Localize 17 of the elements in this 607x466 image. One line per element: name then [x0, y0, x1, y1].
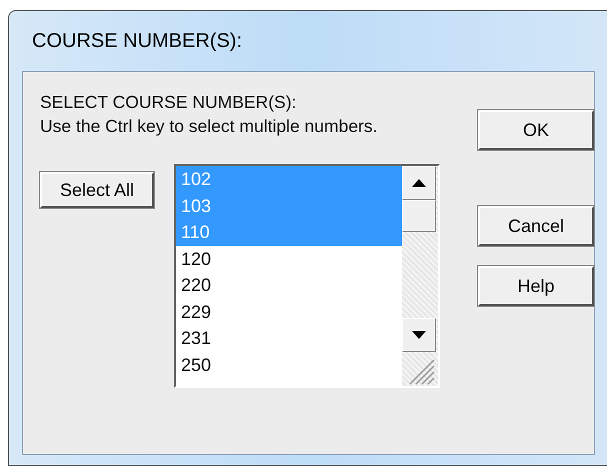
- select-all-button[interactable]: Select All: [40, 172, 154, 208]
- ok-button[interactable]: OK: [478, 110, 594, 150]
- down-arrow-icon: [412, 331, 426, 339]
- scroll-thumb[interactable]: [402, 200, 436, 232]
- scroll-up-button[interactable]: [402, 166, 436, 200]
- list-item[interactable]: 220: [176, 272, 402, 298]
- course-list[interactable]: 102 103 110 120 220 229 231 250: [174, 164, 440, 388]
- list-item[interactable]: 250: [176, 352, 402, 378]
- help-button[interactable]: Help: [478, 266, 594, 306]
- up-arrow-icon: [412, 179, 426, 187]
- list-item[interactable]: 229: [176, 298, 402, 325]
- scroll-down-button[interactable]: [402, 318, 436, 352]
- list-item[interactable]: 231: [176, 325, 402, 352]
- list-item[interactable]: 120: [176, 246, 402, 272]
- window-title: COURSE NUMBER(S):: [31, 28, 244, 54]
- instruction-text: SELECT COURSE NUMBER(S): Use the Ctrl key to select multiple numbers.: [40, 91, 378, 138]
- cancel-button[interactable]: Cancel: [478, 206, 594, 246]
